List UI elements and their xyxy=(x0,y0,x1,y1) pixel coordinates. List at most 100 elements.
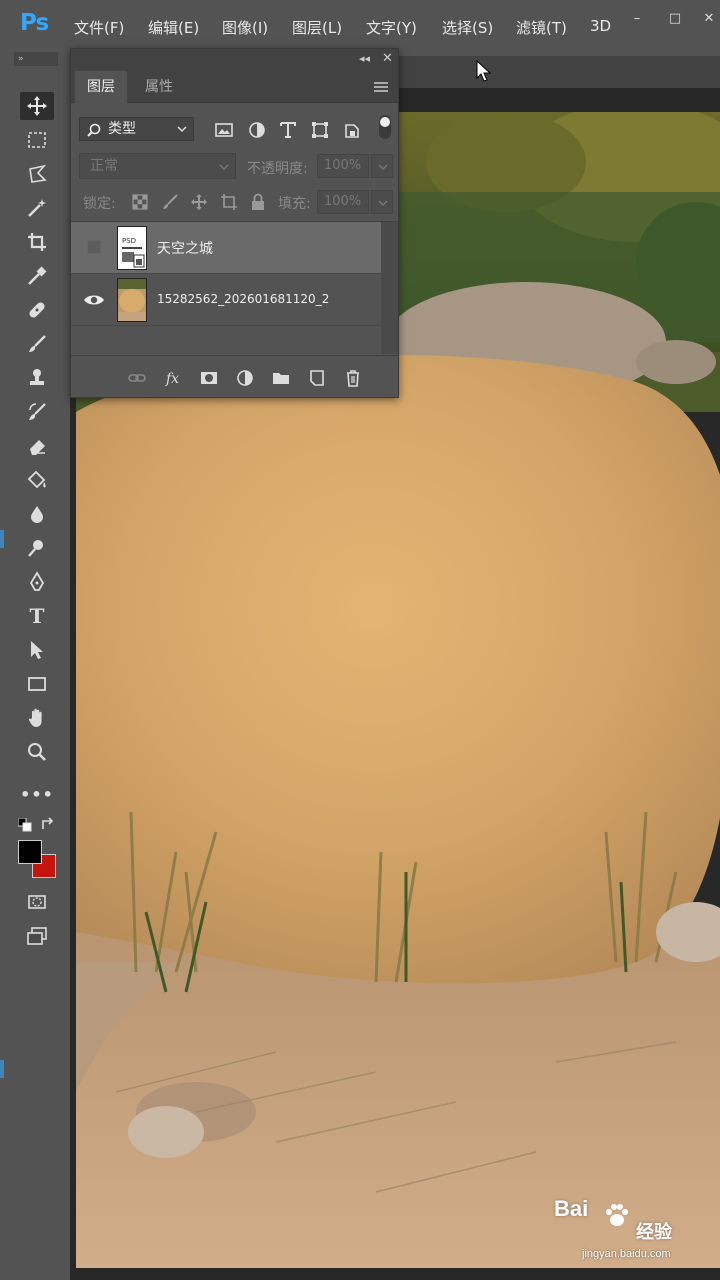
close-panel-icon[interactable]: ✕ xyxy=(382,51,393,66)
hand-tool[interactable] xyxy=(20,704,54,732)
stamp-icon xyxy=(30,369,44,385)
tab-properties[interactable]: 属性 xyxy=(133,71,185,103)
menu-layer[interactable]: 图层(L) xyxy=(292,17,342,38)
lasso-tool[interactable] xyxy=(20,160,54,188)
paint-bucket-tool[interactable] xyxy=(20,466,54,494)
rectangle-icon xyxy=(28,677,46,691)
collapse-panel-icon[interactable]: ◂◂ xyxy=(359,52,370,65)
blend-mode-select[interactable]: 正常 xyxy=(79,153,236,179)
menu-3d[interactable]: 3D xyxy=(590,17,611,35)
swap-colors-icon[interactable] xyxy=(40,816,56,832)
pixel-layer-filter-icon[interactable] xyxy=(213,119,235,141)
mouse-cursor-icon xyxy=(476,60,492,82)
type-layer-thumbnail-icon: PSD xyxy=(118,227,146,269)
menu-edit[interactable]: 编辑(E) xyxy=(148,17,199,38)
photoshop-window: Ps 文件(F) 编辑(E) 图像(I) 图层(L) 文字(Y) 选择(S) 滤… xyxy=(0,0,720,1280)
screen-mode-button[interactable] xyxy=(20,922,54,950)
layer-name: 天空之城 xyxy=(157,241,213,257)
history-brush-tool[interactable] xyxy=(20,398,54,426)
tab-layers[interactable]: 图层 xyxy=(75,71,127,103)
opacity-input[interactable]: 100% xyxy=(317,154,369,178)
baidu-paw-icon xyxy=(606,1204,628,1226)
minimize-button[interactable]: – xyxy=(622,8,652,30)
search-icon xyxy=(87,123,101,137)
pen-icon xyxy=(29,571,45,591)
adjustment-layer-filter-icon[interactable] xyxy=(246,119,268,141)
baidu-watermark-url: jingyan.baidu.com xyxy=(582,1248,671,1260)
lock-image-pixels-icon[interactable] xyxy=(161,193,179,211)
opacity-dropdown-button[interactable] xyxy=(371,154,393,178)
adjustment-layer-icon[interactable] xyxy=(235,368,255,388)
svg-text:fx: fx xyxy=(165,371,179,387)
lock-all-icon[interactable] xyxy=(249,193,267,211)
dodge-tool[interactable] xyxy=(20,534,54,562)
healing-brush-tool[interactable] xyxy=(20,296,54,324)
more-tools[interactable]: ••• xyxy=(20,780,54,808)
panel-titlebar[interactable]: ◂◂ ✕ xyxy=(71,49,398,71)
marquee-tool[interactable] xyxy=(20,126,54,154)
shape-layer-filter-icon[interactable] xyxy=(309,119,331,141)
lasso-icon xyxy=(29,164,47,183)
history-brush-icon xyxy=(29,403,46,420)
layer-row[interactable]: PSD 天空之城 xyxy=(71,222,381,274)
blur-tool[interactable] xyxy=(20,500,54,528)
eraser-tool[interactable] xyxy=(20,432,54,460)
clone-stamp-tool[interactable] xyxy=(20,364,54,392)
layer-visibility-toggle[interactable] xyxy=(87,240,101,254)
type-icon: T xyxy=(29,604,45,628)
fill-input[interactable]: 100% xyxy=(317,190,369,214)
path-selection-tool[interactable] xyxy=(20,636,54,664)
tools-panel-collapse[interactable]: » xyxy=(14,52,58,66)
menu-select[interactable]: 选择(S) xyxy=(442,17,493,38)
chevron-down-icon xyxy=(378,164,388,171)
layers-scrollbar[interactable] xyxy=(381,222,398,354)
close-window-button[interactable]: ✕ xyxy=(694,8,720,30)
default-colors-icon[interactable] xyxy=(18,818,32,832)
trash-icon[interactable] xyxy=(343,368,363,388)
brush-tool[interactable] xyxy=(20,330,54,358)
chevron-down-icon xyxy=(177,126,187,133)
move-tool[interactable] xyxy=(20,92,54,120)
quick-mask-icon xyxy=(28,895,46,909)
lock-position-icon[interactable] xyxy=(190,193,208,211)
chevron-down-icon xyxy=(219,164,229,171)
link-layers-icon[interactable] xyxy=(127,368,147,388)
fill-label: 填充: xyxy=(278,196,311,212)
magic-wand-icon xyxy=(28,199,46,217)
menu-filter[interactable]: 滤镜(T) xyxy=(516,17,567,38)
brush-icon xyxy=(29,335,46,352)
folder-icon[interactable] xyxy=(271,368,291,388)
drop-icon xyxy=(31,506,43,523)
maximize-button[interactable]: □ xyxy=(660,8,690,30)
fx-icon[interactable]: fx xyxy=(165,368,185,388)
panel-menu-icon[interactable] xyxy=(374,81,388,93)
layers-panel: ◂◂ ✕ 图层 属性 类型 正常 不透明度: 100% 锁定: 填充: 100%… xyxy=(70,48,399,398)
eraser-icon xyxy=(30,440,45,455)
lock-artboard-icon[interactable] xyxy=(220,193,238,211)
lock-transparent-pixels-icon[interactable] xyxy=(131,193,149,211)
crop-tool[interactable] xyxy=(20,228,54,256)
eyedropper-tool[interactable] xyxy=(20,262,54,290)
fill-dropdown-button[interactable] xyxy=(371,190,393,214)
menu-type[interactable]: 文字(Y) xyxy=(366,17,417,38)
smart-object-filter-icon[interactable] xyxy=(341,119,363,141)
rectangle-tool[interactable] xyxy=(20,670,54,698)
layer-filter-select[interactable]: 类型 xyxy=(79,117,194,141)
filter-toggle-switch[interactable] xyxy=(379,115,391,139)
zoom-tool[interactable] xyxy=(20,738,54,766)
menu-file[interactable]: 文件(F) xyxy=(74,17,124,38)
layer-row[interactable]: 15282562_202601681120_2 xyxy=(71,274,381,326)
eye-icon[interactable] xyxy=(81,287,107,313)
pen-tool[interactable] xyxy=(20,568,54,596)
layer-thumbnail: PSD xyxy=(117,226,147,270)
menu-image[interactable]: 图像(I) xyxy=(222,17,268,38)
quick-mask-button[interactable] xyxy=(20,888,54,916)
layer-name: 15282562_202601681120_2 xyxy=(157,292,330,306)
add-mask-icon[interactable] xyxy=(199,368,219,388)
foreground-color-swatch[interactable] xyxy=(18,840,42,864)
new-layer-icon[interactable] xyxy=(307,368,327,388)
rect-marquee-icon xyxy=(28,132,46,148)
magic-wand-tool[interactable] xyxy=(20,194,54,222)
type-layer-filter-icon[interactable] xyxy=(277,119,299,141)
type-tool[interactable]: T xyxy=(20,602,54,630)
